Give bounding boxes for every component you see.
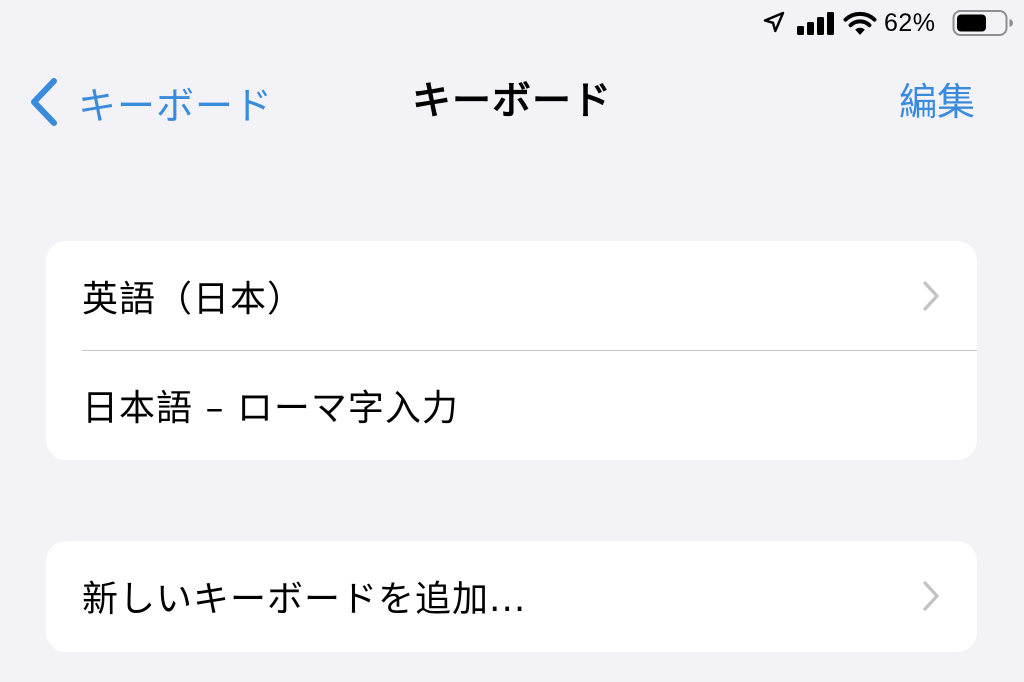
- chevron-right-icon: [923, 580, 939, 611]
- add-keyboard-group: 新しいキーボードを追加...: [46, 541, 977, 652]
- battery-icon: [952, 10, 1013, 36]
- status-bar: 62%: [0, 0, 1024, 46]
- wifi-icon: [843, 11, 877, 35]
- keyboard-row-label: 英語（日本）: [82, 278, 305, 320]
- keyboard-row-english-japan[interactable]: 英語（日本）: [46, 241, 977, 350]
- location-arrow-icon: [763, 11, 785, 33]
- keyboard-row-label: 日本語 – ローマ字入力: [82, 387, 459, 429]
- battery-percentage: 62%: [884, 9, 936, 37]
- chevron-left-icon: [31, 78, 57, 126]
- cellular-signal-icon: [797, 12, 834, 35]
- add-keyboard-button[interactable]: 新しいキーボードを追加...: [46, 541, 977, 650]
- back-button[interactable]: キーボード: [26, 74, 273, 130]
- back-button-label: キーボード: [78, 83, 274, 128]
- keyboard-list: 英語（日本） 日本語 – ローマ字入力: [46, 241, 977, 460]
- edit-button[interactable]: 編集: [899, 74, 975, 130]
- chevron-right-icon: [923, 280, 939, 311]
- add-keyboard-label: 新しいキーボードを追加...: [82, 578, 527, 620]
- keyboard-row-japanese-romaji[interactable]: 日本語 – ローマ字入力: [46, 350, 977, 459]
